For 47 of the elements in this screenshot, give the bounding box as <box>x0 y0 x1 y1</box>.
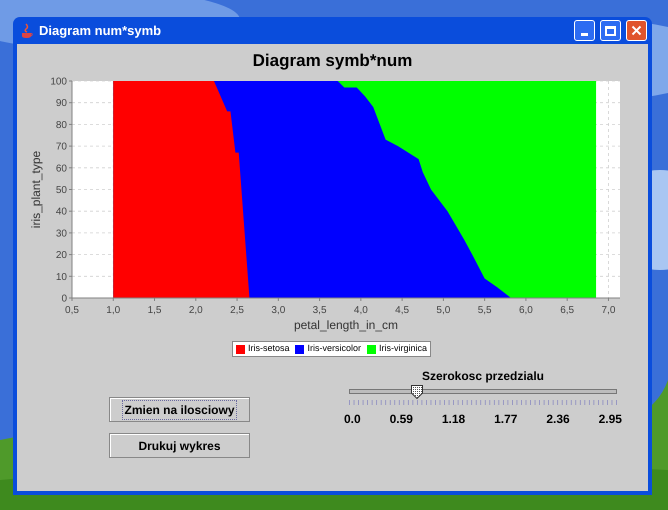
tick-label: 5,5 <box>478 305 492 316</box>
tick-label: 0,5 <box>65 305 79 316</box>
axis-title: iris_plant_type <box>29 150 43 228</box>
tick-label: 4,5 <box>395 305 410 316</box>
tick-label: 6,5 <box>560 305 574 316</box>
tick-label: 2,5 <box>230 305 244 316</box>
tick-label: 40 <box>56 206 67 218</box>
tick-label: 7,0 <box>602 305 616 316</box>
coffee-cup-icon <box>20 22 34 38</box>
chart-title: Diagram symb*num <box>252 51 414 71</box>
window-title: Diagram num*symb <box>39 22 162 40</box>
slider-label: 1.18 <box>442 411 466 428</box>
legend-label: Iris-virginica <box>379 342 428 356</box>
tick-label: 6,0 <box>518 305 533 316</box>
slider-label: 2.36 <box>546 411 570 428</box>
tick-label: 1,0 <box>106 305 120 316</box>
legend-label: Iris-setosa <box>248 342 290 356</box>
push-button[interactable]: Drukuj wykres <box>109 433 250 458</box>
tick-label: 80 <box>56 120 67 131</box>
close-button[interactable] <box>626 20 647 41</box>
tick-label: 90 <box>56 98 67 110</box>
tick-label: 4,0 <box>354 305 368 316</box>
push-button[interactable]: Zmien na ilosciowy <box>109 397 250 422</box>
tick-label: 5,0 <box>436 305 450 316</box>
tick-label: 70 <box>56 142 67 153</box>
legend-label: Iris-versicolor <box>307 342 361 356</box>
tick-label: 3,0 <box>271 305 286 316</box>
slider-label: 2.95 <box>598 411 622 428</box>
tick-label: 10 <box>56 272 67 283</box>
slider-title: Szerokosc przedzialu <box>420 369 546 383</box>
tick-label: 3,5 <box>312 305 327 316</box>
close-icon <box>631 25 642 36</box>
tick-label: 30 <box>56 228 67 240</box>
maximize-button[interactable] <box>600 20 621 41</box>
axis-title: petal_length_in_cm <box>294 318 398 332</box>
tick-label: 1,5 <box>148 305 162 316</box>
slider-label: 1.77 <box>494 411 518 428</box>
slider-label: 0.59 <box>390 411 413 428</box>
tick-label: 100 <box>50 76 67 88</box>
tick-label: 0 <box>61 294 67 304</box>
tick-label: 60 <box>56 163 67 174</box>
slider-label: 0.0 <box>344 411 361 428</box>
tick-label: 20 <box>56 250 67 262</box>
tick-label: 50 <box>56 185 67 196</box>
tick-label: 2,0 <box>188 305 203 316</box>
minimize-button[interactable] <box>574 20 595 41</box>
slider-thumb[interactable] <box>410 385 422 399</box>
